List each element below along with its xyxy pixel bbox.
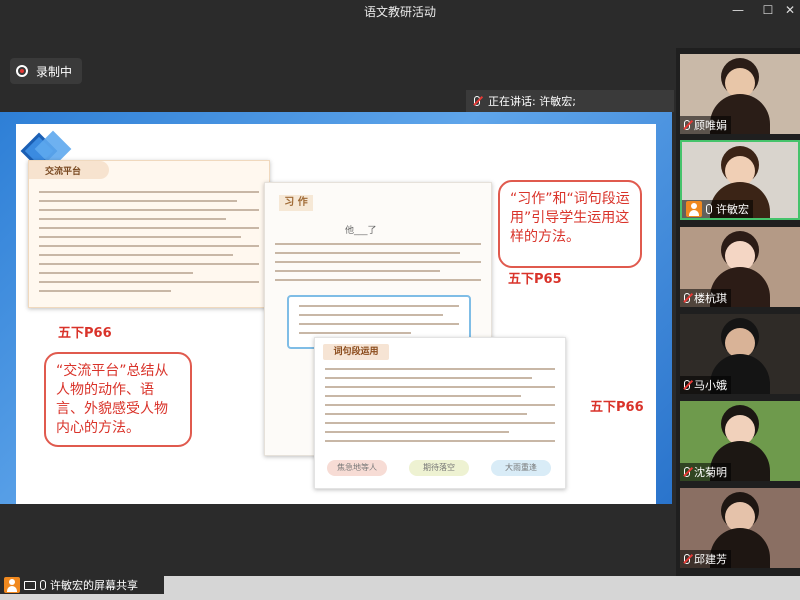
phrase-pill-2: 期待落空	[409, 460, 469, 476]
participant-name: 许敏宏	[716, 203, 749, 216]
participant-tile[interactable]: 沈菊明	[680, 401, 800, 481]
screen-share-icon	[24, 580, 36, 590]
participant-tile[interactable]: 邱建芳	[680, 488, 800, 568]
mic-icon	[40, 580, 46, 590]
participant-name-tag: 许敏宏	[682, 200, 753, 218]
page-label-p66-right: 五下P66	[590, 400, 644, 415]
participant-name: 马小娥	[694, 379, 727, 392]
participant-tile[interactable]: 顾唯娟	[680, 54, 800, 134]
window-title: 语文教研活动	[363, 5, 436, 19]
phrase-pill-3: 大雨重逢	[491, 460, 551, 476]
participant-tile[interactable]: 许敏宏	[680, 140, 800, 220]
textbook-card-phrases: 词句段运用 焦急地等人 期待落空 大雨重逢	[314, 337, 566, 489]
page-label-p66-left: 五下P66	[58, 326, 112, 341]
participant-name: 楼杭琪	[694, 292, 727, 305]
participant-tile[interactable]: 马小娥	[680, 314, 800, 394]
mic-muted-icon	[474, 96, 480, 106]
host-avatar-icon	[4, 577, 20, 593]
phrase-pill-1: 焦急地等人	[327, 460, 387, 476]
speaking-label: 正在讲话: 许敏宏;	[488, 95, 576, 108]
minimize-button[interactable]: —	[728, 3, 748, 17]
record-icon	[16, 65, 28, 77]
participant-tile[interactable]: 楼杭琪	[680, 227, 800, 307]
writing-topic: 他___了	[345, 226, 377, 236]
mic-muted-icon	[684, 554, 690, 564]
participant-name-tag: 邱建芳	[680, 550, 731, 568]
participant-name: 顾唯娟	[694, 119, 727, 132]
host-avatar-icon	[686, 201, 702, 217]
close-button[interactable]: ✕	[780, 3, 800, 17]
recording-label: 录制中	[36, 64, 73, 79]
mic-icon	[706, 204, 712, 214]
mic-muted-icon	[684, 120, 690, 130]
callout-writing: “习作”和“词句段运用”引导学生运用这样的方法。	[498, 180, 642, 268]
mic-muted-icon	[684, 380, 690, 390]
textbook-card-communication: 交流平台	[28, 160, 270, 308]
title-bar: 语文教研活动 — ☐ ✕	[0, 0, 800, 24]
callout-communication: “交流平台”总结从人物的动作、语言、外貌感受人物内心的方法。	[44, 352, 192, 447]
participant-name-tag: 楼杭琪	[680, 289, 731, 307]
writing-text-lines	[275, 243, 481, 288]
participant-name: 沈菊明	[694, 466, 727, 479]
participant-name-tag: 顾唯娟	[680, 116, 731, 134]
speaking-indicator: 正在讲话: 许敏宏;	[466, 90, 674, 112]
participant-name-tag: 沈菊明	[680, 463, 731, 481]
card-text-lines	[39, 191, 259, 299]
card-title-communication: 交流平台	[29, 161, 109, 179]
mic-muted-icon	[684, 467, 690, 477]
phrases-text-lines	[325, 368, 555, 449]
participant-name-tag: 马小娥	[680, 376, 731, 394]
screen-share-label: 许敏宏的屏幕共享	[50, 579, 138, 592]
maximize-button[interactable]: ☐	[758, 3, 778, 17]
page-label-p65: 五下P65	[508, 272, 562, 287]
card-title-phrases: 词句段运用	[323, 344, 389, 360]
recording-indicator[interactable]: 录制中	[10, 58, 83, 84]
participant-name: 邱建芳	[694, 553, 727, 566]
card-title-writing: 习 作	[279, 195, 313, 211]
screen-share-label-bar[interactable]: 许敏宏的屏幕共享	[0, 576, 164, 594]
mic-muted-icon	[684, 293, 690, 303]
